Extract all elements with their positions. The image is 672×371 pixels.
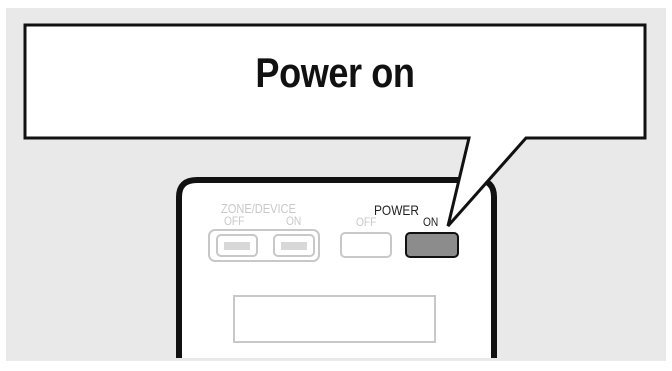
power-on-button[interactable] [405, 232, 459, 258]
power-off-label: OFF [356, 215, 377, 229]
power-off-button[interactable] [340, 232, 392, 258]
remote-display [233, 295, 436, 343]
power-label: POWER [374, 202, 419, 218]
zone-device-off-label: OFF [224, 214, 245, 228]
illustration: Power on ZONE/DEVICE OFF ON POWER OFF ON [0, 0, 672, 371]
callout-title: Power on [255, 49, 415, 96]
power-on-label: ON [423, 215, 439, 229]
zone-device-on-label: ON [286, 214, 302, 228]
